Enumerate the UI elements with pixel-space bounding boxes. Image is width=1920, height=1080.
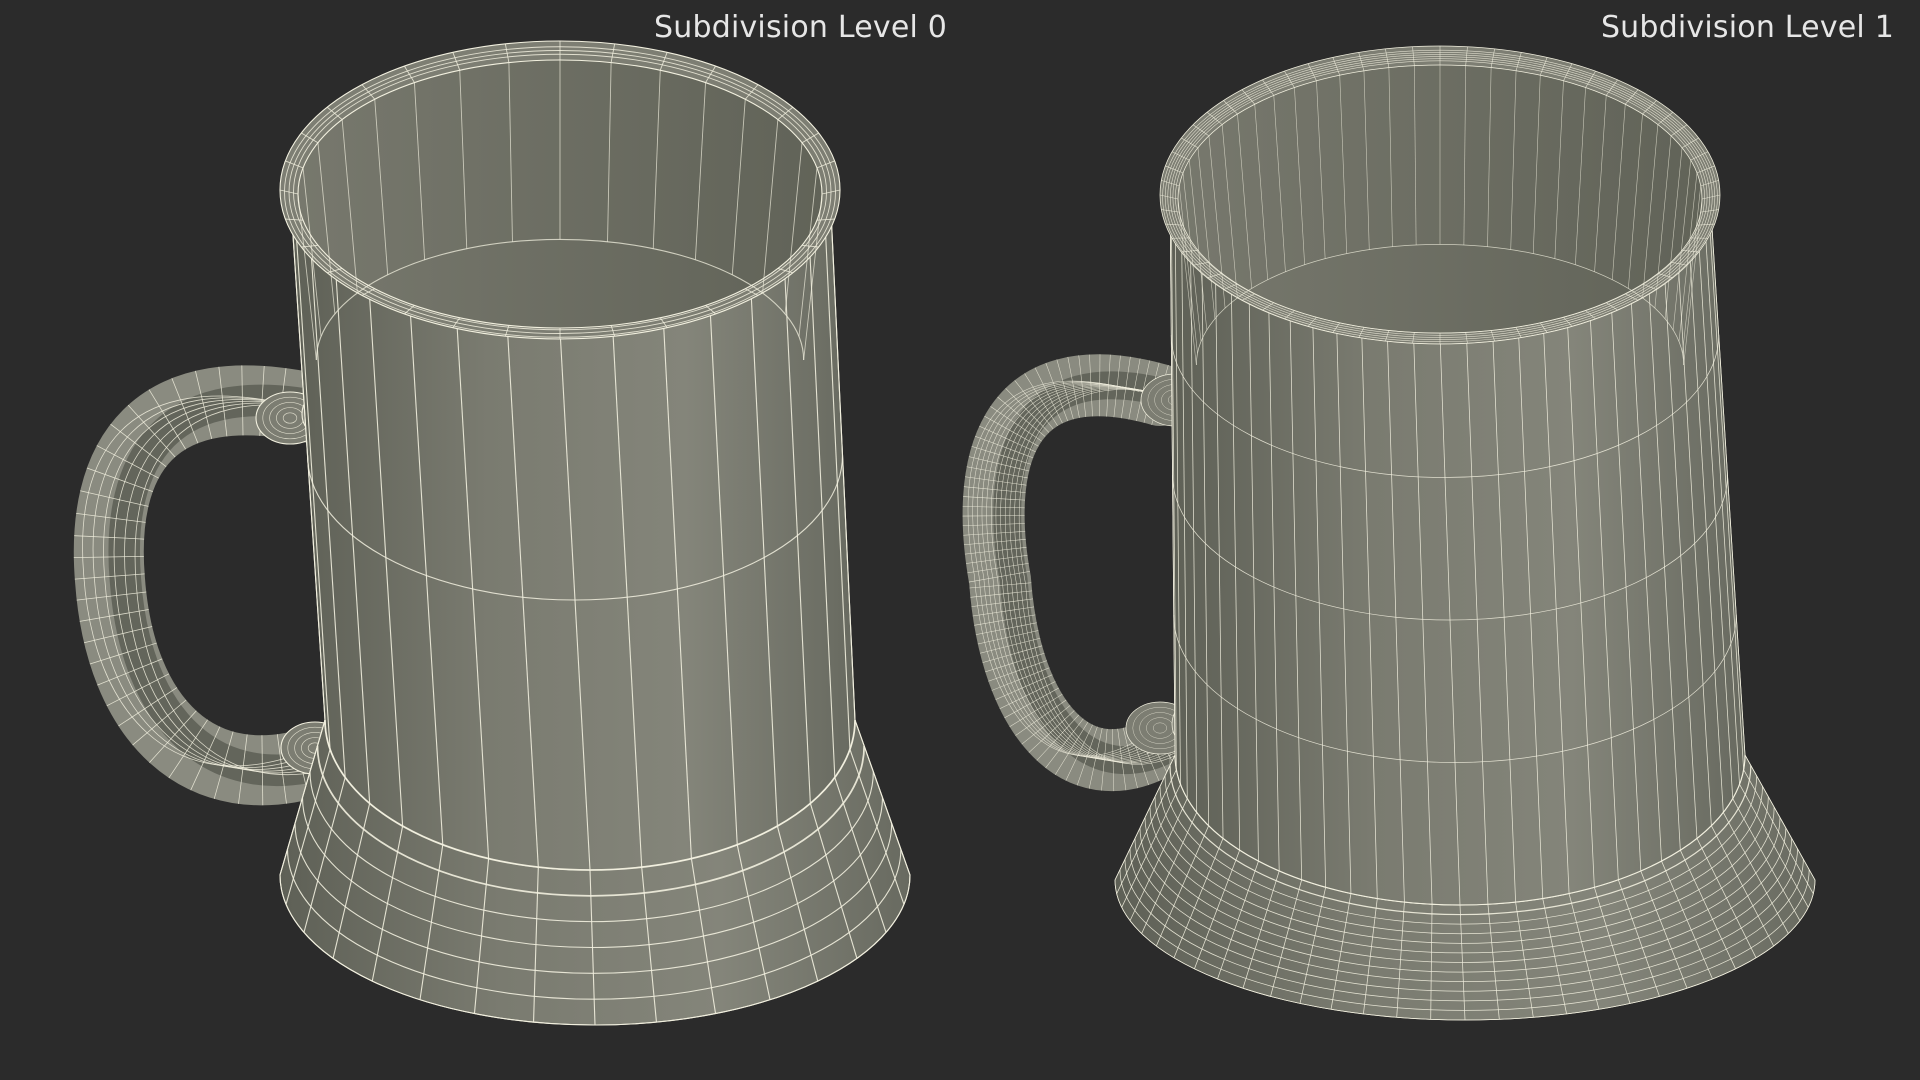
mug-wireframe-renders	[73, 40, 1816, 1026]
render-viewport: Subdivision Level 0 Subdivision Level 1	[0, 0, 1920, 1080]
mug-level-0	[73, 40, 911, 1026]
mug-level-1	[962, 45, 1816, 1021]
